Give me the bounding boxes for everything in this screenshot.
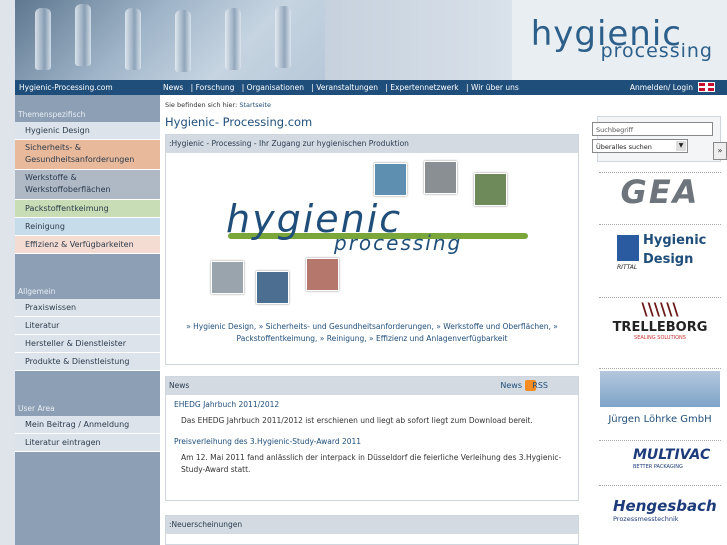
nav-expertennetzwerk[interactable]: | Expertennetzwerk [385,83,458,92]
gea-logo: GEA [620,173,700,211]
search-scope-select[interactable]: Überalles suchen ▼ [592,139,688,153]
tile-image [256,271,289,304]
tile-image [424,161,457,194]
sidebar-item-literatur-eintragen[interactable]: Literatur eintragen [15,434,160,452]
multivac-sub: BETTER PACKAGING [633,464,683,470]
trelleborg-mark-icon: \\\\\\ [641,300,679,320]
multivac-name: MULTIVAC [633,447,711,463]
hero-word-processing: processing [334,231,463,255]
sidebar-item-packstoffentkeimung[interactable]: Packstoffentkeimung [15,200,160,218]
nav-news[interactable]: News [163,83,183,92]
bottle-image [125,8,141,70]
rss-link[interactable]: RSS [532,377,548,395]
sidebar-item-effizienz[interactable]: Effizienz & Verfügbarkeiten [15,236,160,254]
ad-hd-line2: Design [643,252,694,267]
uk-flag-icon[interactable] [698,82,715,92]
bottle-image [75,4,91,66]
sidebar-item-hygienic-design[interactable]: Hygienic Design [15,122,160,140]
news-item-text: Das EHEDG Jahrbuch 2011/2012 ist erschie… [181,416,533,425]
ad-hygienic-design[interactable]: Hygienic Design RITTAL [599,224,721,280]
tile-image [474,173,507,206]
search-scope-value: Überalles suchen [596,143,652,151]
breadcrumb: Sie befinden sich hier: Startseite [165,101,271,109]
ad-gea[interactable]: GEA [599,172,721,220]
sidebar-section-title: User Area [18,404,55,413]
site-brand-link[interactable]: Hygienic-Processing.com [19,83,113,92]
nav-forschung[interactable]: | Forschung [191,83,235,92]
tile-image [211,261,244,294]
site-header: hygienic processing [15,0,727,80]
news-item-text: Am 12. Mai 2011 fand anlässlich der inte… [181,453,562,474]
breadcrumb-link-startseite[interactable]: Startseite [239,101,271,109]
logo-word-processing: processing [600,40,713,62]
trelleborg-name: TRELLEBORG [612,320,708,335]
rittal-square-icon [617,235,639,261]
breadcrumb-prefix: Sie befinden sich hier: [165,101,238,109]
sidebar-item-sicherheit[interactable]: Sicherheits- & Gesundheitsanforderungen [15,140,160,170]
left-sidebar: Themenspezifisch Hygienic Design Sicherh… [15,95,160,545]
bottle-image [225,8,241,70]
sidebar-section-title: Allgemein [18,287,56,296]
sidebar-item-reinigung[interactable]: Reinigung [15,218,160,236]
top-nav-links: News | Forschung | Organisationen | Vera… [163,83,524,92]
tile-image [374,163,407,196]
ad-jl-name: Jürgen Löhrke GmbH [608,414,712,425]
right-column: Suchbegriff Überalles suchen ▼ » GEA Hyg… [583,95,727,545]
ad-juergen-loehrke[interactable]: Jürgen Löhrke GmbH [599,368,721,433]
sidebar-item-werkstoffe[interactable]: Werkstoffe & Werkstoffoberflächen [15,170,160,200]
ad-hd-rittal: RITTAL [617,264,638,271]
tile-image [306,258,339,291]
ad-hd-line1: Hygienic [643,233,707,248]
news-item-title[interactable]: EHEDG Jahrbuch 2011/2012 [166,395,578,409]
sidebar-section-title: Themenspezifisch [18,110,86,119]
news-link[interactable]: News [500,377,522,395]
sidebar-item-hersteller[interactable]: Hersteller & Dienstleister [15,335,160,353]
top-navigation: Hygienic-Processing.com News | Forschung… [15,80,727,95]
ad-photo [600,371,720,407]
ad-trelleborg[interactable]: \\\\\\ TRELLEBORG SEALING SOLUTIONS [599,297,721,355]
page-frame: hygienic processing Hygienic-Processing.… [15,0,727,545]
bottle-image [175,10,191,72]
bottle-image [275,6,291,68]
nav-organisationen[interactable]: | Organisationen [242,83,304,92]
news-box-title: News [169,381,190,390]
hero-image[interactable]: hygienic processing [166,153,578,321]
new-releases-box: :Neuerscheinungen [165,515,579,545]
page-background: hygienic processing Hygienic-Processing.… [0,0,727,545]
header-logo[interactable]: hygienic processing [512,0,727,80]
hero-caption-links[interactable]: » Hygienic Design, » Sicherheits- und Ge… [166,321,578,355]
header-photo [15,0,325,80]
news-box-header: News News RSS [166,377,578,395]
hengesbach-sub: Prozessmesstechnik [613,515,679,523]
search-input[interactable]: Suchbegriff [592,122,713,136]
hengesbach-name: Hengesbach [613,497,717,515]
nav-wir-ueber-uns[interactable]: | Wir über uns [466,83,519,92]
ad-hengesbach[interactable]: Hengesbach Prozessmesstechnik [599,485,721,533]
intro-box-header: :Hygienic - Processing - Ihr Zugang zur … [166,135,578,153]
sidebar-item-produkte[interactable]: Produkte & Dienstleistung [15,353,160,371]
page-title: Hygienic- Processing.com [165,115,313,129]
sidebar-item-praxiswissen[interactable]: Praxiswissen [15,299,160,317]
trelleborg-sub: SEALING SOLUTIONS [634,335,686,341]
nav-veranstaltungen[interactable]: | Veranstaltungen [311,83,378,92]
sidebar-item-literatur[interactable]: Literatur [15,317,160,335]
search-button[interactable]: » [713,142,727,160]
bottle-image [35,8,51,70]
news-item-title[interactable]: Preisverleihung des 3.Hygienic-Study-Awa… [166,427,578,446]
login-link[interactable]: Anmelden/ Login [630,83,693,92]
sidebar-item-mein-beitrag[interactable]: Mein Beitrag / Anmeldung [15,416,160,434]
intro-box: :Hygienic - Processing - Ihr Zugang zur … [165,134,579,365]
new-releases-header: :Neuerscheinungen [166,516,578,534]
main-content: Sie befinden sich hier: Startseite Hygie… [165,95,579,545]
ad-multivac[interactable]: MULTIVAC BETTER PACKAGING [599,440,721,480]
chevron-down-icon[interactable]: ▼ [676,141,686,151]
news-box: News News RSS EHEDG Jahrbuch 2011/2012 D… [165,376,579,501]
